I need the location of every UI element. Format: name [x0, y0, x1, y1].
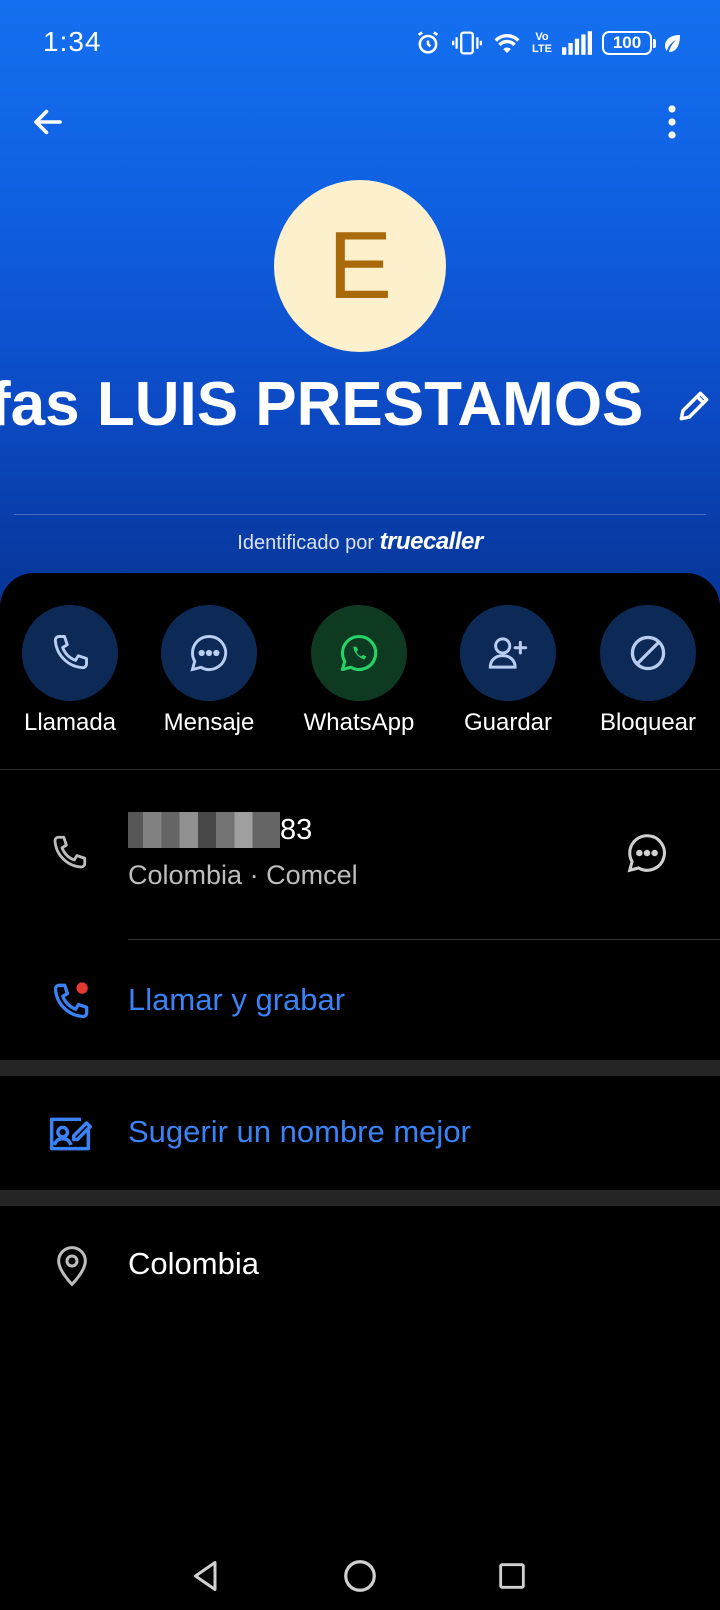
whatsapp-action-circle [311, 605, 407, 701]
profile-header: 1:34 Vo LTE 100 E fas LUIS PRESTAMOS ( I… [0, 0, 720, 640]
more-vert-icon [668, 105, 676, 139]
record-call-icon [50, 978, 94, 1027]
save-action[interactable]: Guardar [438, 605, 578, 737]
more-options-button[interactable] [654, 100, 690, 144]
message-action[interactable]: Mensaje [139, 605, 279, 737]
status-icons: Vo LTE 100 [414, 26, 682, 60]
message-action-label: Mensaje [163, 709, 255, 736]
alarm-icon [417, 31, 439, 54]
call-action-circle [22, 605, 118, 701]
row-divider [128, 939, 720, 940]
contact-card-edit-icon [49, 1117, 92, 1151]
phone-row-icon [48, 832, 90, 879]
block-icon [630, 635, 666, 671]
call-action-label: Llamada [23, 709, 117, 736]
add-contact-icon [488, 637, 528, 669]
section-divider [0, 769, 720, 770]
system-nav-bar [0, 1540, 720, 1610]
block-action-label: Bloquear [599, 709, 697, 736]
location-pin-icon [52, 1244, 92, 1293]
block-action[interactable]: Bloquear [578, 605, 718, 737]
send-message-button[interactable] [624, 830, 670, 881]
suggest-name-icon [46, 1112, 94, 1161]
battery-icon: 100 [602, 31, 656, 55]
message-icon [190, 635, 228, 672]
save-action-label: Guardar [463, 709, 553, 736]
square-recents-icon [499, 1563, 525, 1589]
phone-number-row[interactable]: 83 Colombia · Comcel [0, 800, 720, 940]
whatsapp-action-label: WhatsApp [303, 709, 415, 736]
contact-name: fas LUIS PRESTAMOS ( [0, 370, 660, 439]
message-icon [627, 834, 666, 873]
map-pin-icon [57, 1246, 87, 1287]
phone-record-icon [53, 980, 90, 1019]
block-action-circle [600, 605, 696, 701]
truecaller-logo: truecaller [379, 528, 484, 555]
back-button[interactable] [26, 100, 70, 144]
nav-recents-button[interactable] [482, 1546, 542, 1606]
volte-indicator: Vo LTE [532, 31, 552, 55]
suggest-name-label: Sugerir un nombre mejor [128, 1114, 471, 1149]
edit-name-button[interactable] [672, 384, 716, 428]
pencil-icon [679, 391, 709, 421]
whatsapp-action[interactable]: WhatsApp [289, 605, 429, 737]
avatar: E [274, 180, 446, 352]
section-band [0, 1190, 720, 1206]
triangle-back-icon [194, 1561, 217, 1591]
call-and-record-row[interactable]: Llamar y grabar [0, 960, 720, 1040]
whatsapp-icon [340, 634, 378, 672]
vibrate-icon [452, 31, 483, 55]
identified-by: Identificado por truecaller [237, 528, 484, 555]
status-time: 1:34 [43, 26, 102, 57]
phone-number: 83 [128, 812, 312, 848]
header-divider [14, 514, 706, 515]
save-action-circle [460, 605, 556, 701]
leaf-icon [665, 35, 680, 52]
call-and-record-label: Llamar y grabar [128, 982, 346, 1017]
call-action[interactable]: Llamada [0, 605, 140, 737]
suggest-name-row[interactable]: Sugerir un nombre mejor [0, 1092, 720, 1172]
wifi-icon [494, 33, 520, 53]
nav-home-button[interactable] [330, 1546, 390, 1606]
circle-home-icon [344, 1560, 376, 1592]
section-band [0, 1060, 720, 1076]
arrow-back-icon [34, 109, 62, 135]
nav-back-button[interactable] [176, 1546, 236, 1606]
status-bar: 1:34 Vo LTE 100 [0, 0, 720, 84]
phone-details: Colombia · Comcel [128, 860, 358, 890]
phone-icon [53, 835, 87, 869]
signal-icon [562, 31, 592, 55]
action-bar: Llamada Mensaje WhatsApp Guardar Bloquea… [0, 605, 720, 737]
message-action-circle [161, 605, 257, 701]
phone-icon [53, 635, 88, 670]
location-label: Colombia [128, 1246, 259, 1281]
location-row: Colombia [0, 1224, 720, 1304]
redacted-digits [128, 812, 280, 848]
